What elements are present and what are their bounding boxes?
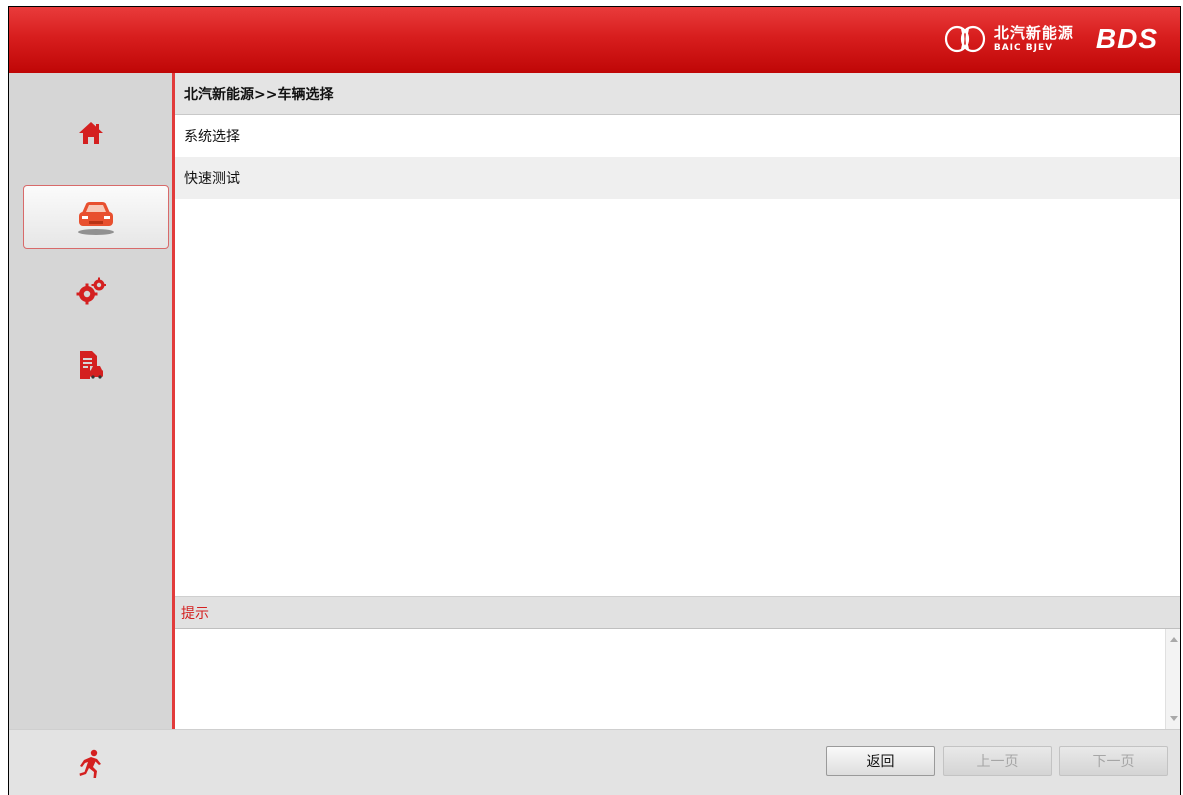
sidebar-item-settings[interactable] [9,259,172,323]
sidebar-item-home[interactable] [9,101,172,165]
sidebar-item-vehicle[interactable] [23,185,169,249]
list-item-system-select[interactable]: 系统选择 [175,115,1180,157]
brand-name-en: BAIC BJEV [993,42,1054,53]
prev-page-button[interactable]: 上一页 [943,746,1052,776]
report-icon [79,351,103,379]
sidebar-item-reports[interactable] [9,333,172,397]
brand-text: 北汽新能源 BAIC BJEV [993,23,1074,53]
back-button[interactable]: 返回 [826,746,935,776]
hint-title: 提示 [175,596,1180,628]
sidebar [9,73,172,729]
breadcrumb: 北汽新能源>>车辆选择 [175,73,1180,115]
running-man-exit-icon [79,749,101,778]
next-page-button[interactable]: 下一页 [1059,746,1168,776]
home-icon [78,122,103,144]
footer-bar: 返回 上一页 下一页 [9,729,1180,795]
brand: 北汽新能源 BAIC BJEV BDS [942,22,1158,56]
product-name: BDS [1095,23,1158,54]
scroll-down-icon[interactable] [1170,716,1178,721]
car-icon [78,202,114,235]
baic-logo-icon [944,25,985,53]
list-item-quick-test[interactable]: 快速测试 [175,157,1180,199]
brand-name-cn: 北汽新能源 [993,23,1074,42]
main-content: 北汽新能源>>车辆选择 系统选择 快速测试 提示 [172,73,1180,729]
scroll-up-icon[interactable] [1170,637,1178,642]
app-window: 北汽新能源 BAIC BJEV BDS 北汽新能源>>车辆选择 系统选择 快速测… [8,6,1181,795]
hint-text-area [175,628,1180,729]
app-header: 北汽新能源 BAIC BJEV BDS [9,7,1180,73]
hint-scrollbar[interactable] [1165,629,1180,729]
exit-button[interactable] [71,746,111,782]
menu-list: 系统选择 快速测试 [175,115,1180,199]
gears-icon [76,277,106,305]
